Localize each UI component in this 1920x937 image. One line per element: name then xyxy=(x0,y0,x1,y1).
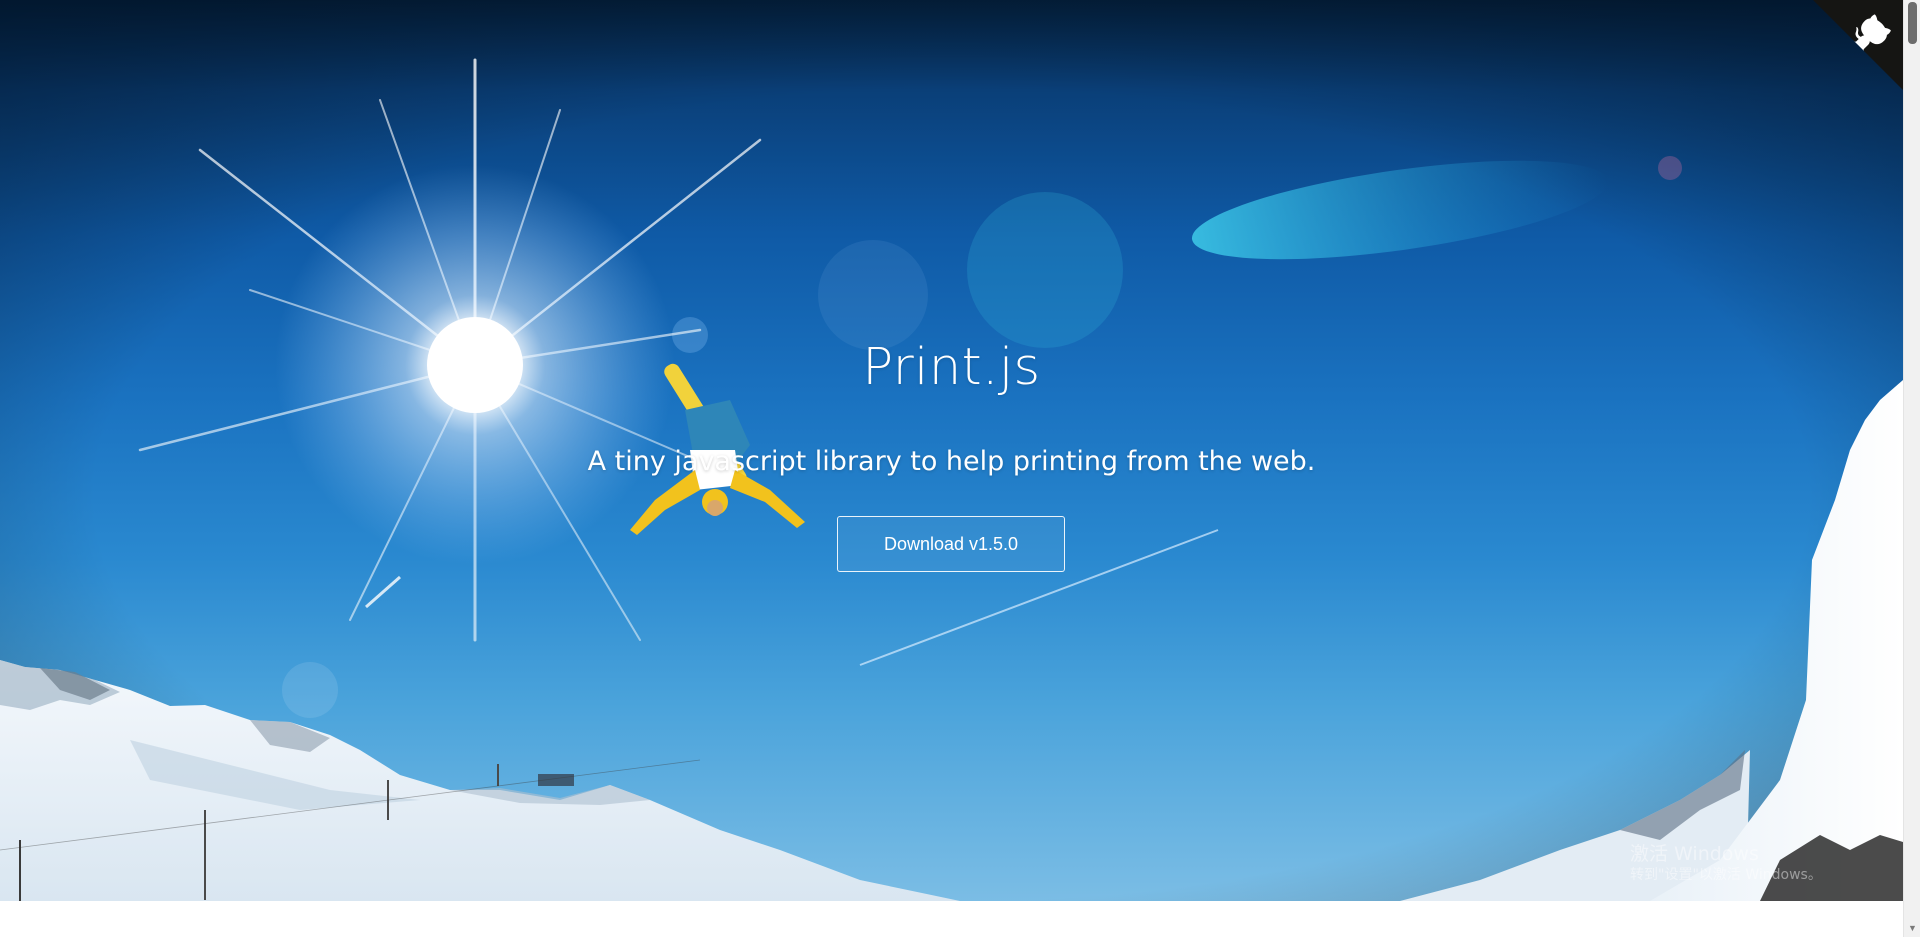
page-scrollbar[interactable]: ▼ xyxy=(1903,0,1920,937)
hero-section: Print.js A tiny javascript library to he… xyxy=(0,0,1903,901)
below-fold-content xyxy=(0,901,1903,937)
hero-content: Print.js A tiny javascript library to he… xyxy=(0,0,1903,901)
browser-viewport: Print.js A tiny javascript library to he… xyxy=(0,0,1920,937)
page-subtitle: A tiny javascript library to help printi… xyxy=(587,446,1316,477)
github-corner-link[interactable] xyxy=(1813,0,1903,90)
download-button[interactable]: Download v1.5.0 xyxy=(837,516,1065,572)
octocat-icon xyxy=(1813,0,1903,90)
page-title: Print.js xyxy=(862,338,1041,398)
scrollbar-thumb[interactable] xyxy=(1908,2,1917,44)
scroll-down-arrow-icon[interactable]: ▼ xyxy=(1904,921,1920,935)
